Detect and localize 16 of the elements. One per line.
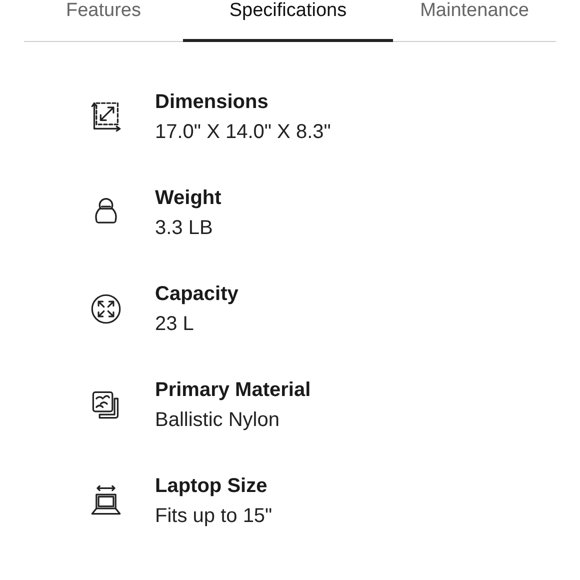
resize-icon [90,101,122,133]
tab[interactable]: Features [24,0,183,42]
spec-value: Ballistic Nylon [155,408,280,432]
laptop-icon [90,485,122,517]
spec-title: Laptop Size [155,474,268,498]
spec-value: 17.0" X 14.0" X 8.3" [155,120,331,144]
spec-title: Primary Material [155,378,311,402]
spec-title: Capacity [155,282,238,306]
expand-circle-icon [90,293,122,325]
spec-title: Dimensions [155,90,270,114]
tab[interactable]: Specifications [183,0,393,42]
spec-value: 23 L [155,312,195,336]
spec-title: Weight [155,186,222,210]
spec-value: 3.3 LB [155,216,214,240]
spec-value: Fits up to 15" [155,504,272,528]
tab[interactable]: Maintenance [393,0,556,42]
